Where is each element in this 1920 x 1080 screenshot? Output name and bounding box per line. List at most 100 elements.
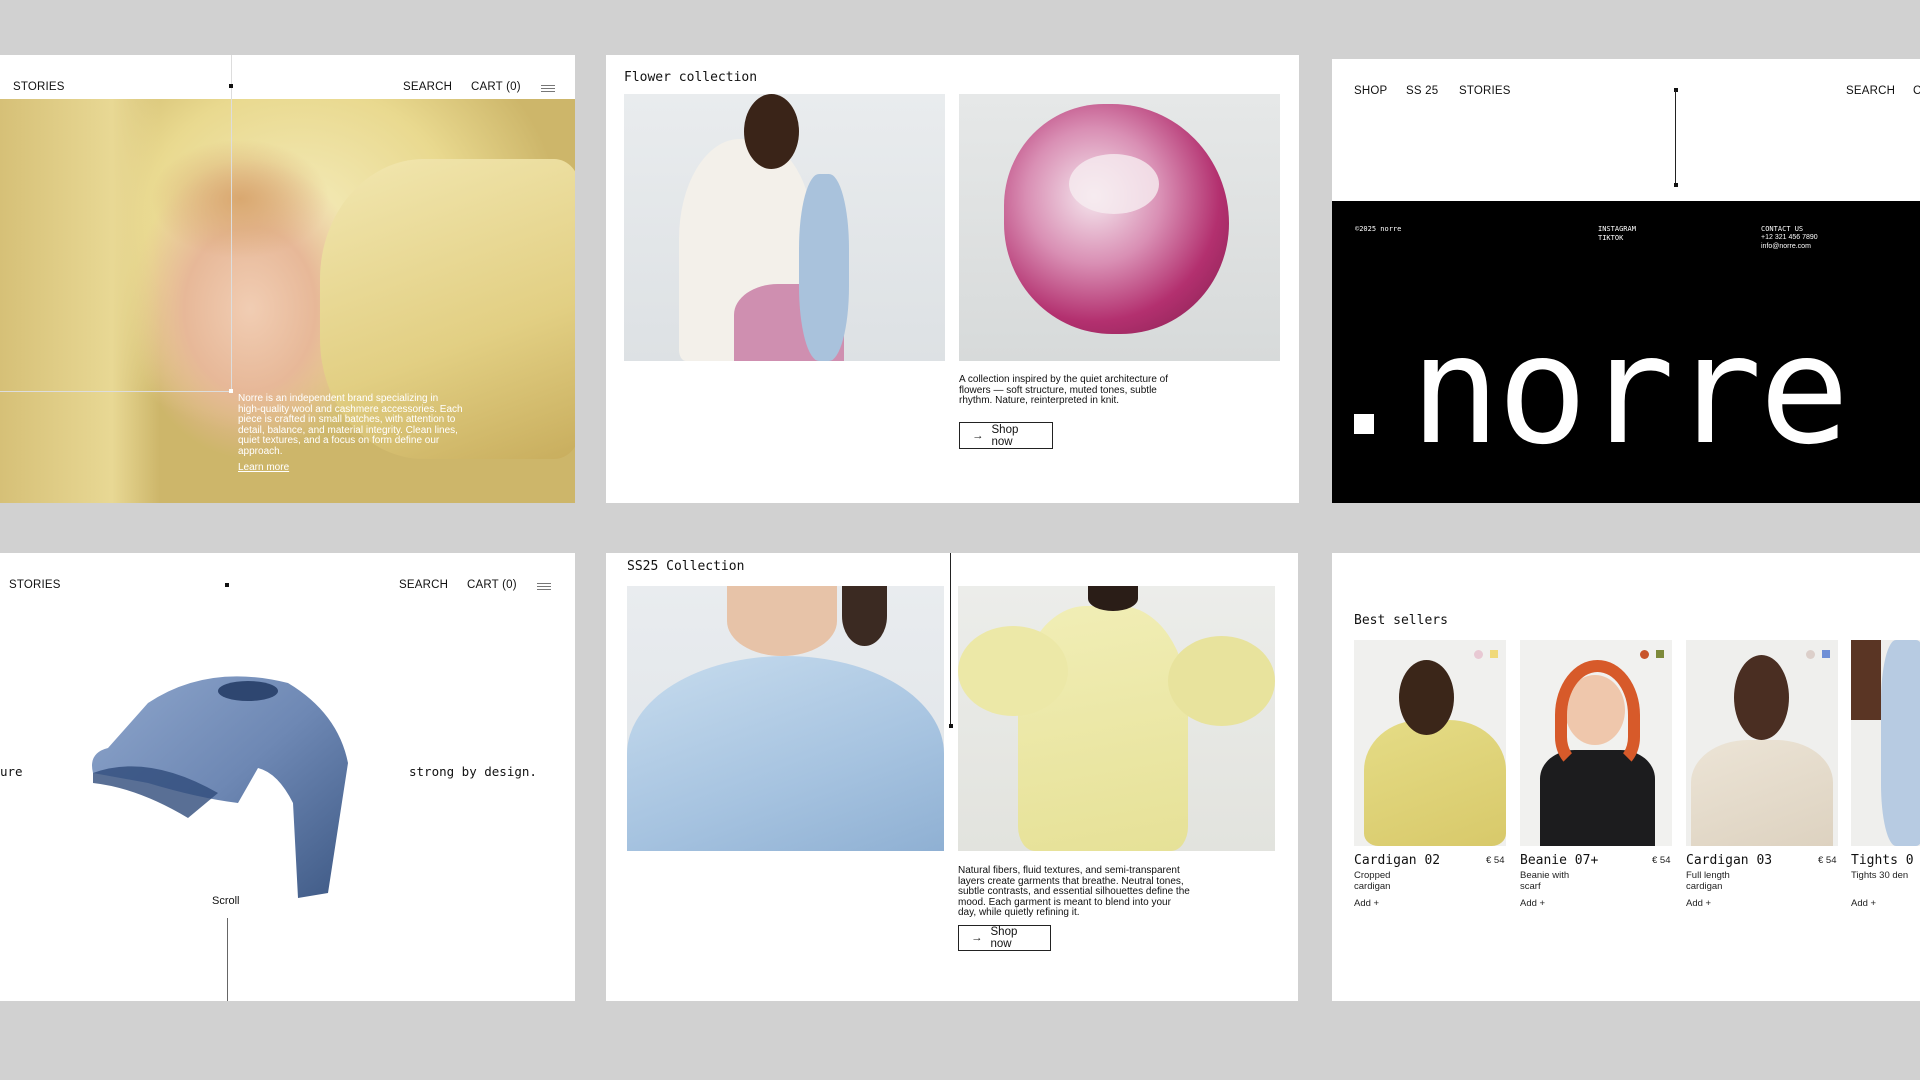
footer-email[interactable]: info@norre.com (1761, 243, 1811, 250)
tulip-flower (1004, 104, 1229, 334)
nav-search[interactable]: SEARCH (399, 579, 448, 591)
ss25-collection-title: SS25 Collection (627, 559, 745, 574)
tulip-photo[interactable] (959, 94, 1280, 361)
product-description: Beanie with scarf (1520, 870, 1570, 892)
scroll-label[interactable]: Scroll (212, 895, 240, 907)
footer-phone[interactable]: +12 321 456 7890 (1761, 234, 1818, 241)
nav-stories[interactable]: STORIES (1459, 85, 1511, 97)
product-price: € 54 (1652, 855, 1671, 866)
product-name: Cardigan 02 (1354, 853, 1441, 868)
nav-stories[interactable]: STORIES (13, 81, 65, 93)
product-card[interactable]: Cardigan 03 € 54 Full length cardigan Ad… (1686, 640, 1838, 930)
footer-copyright: ©2025 norre (1355, 225, 1402, 233)
ss25-shop-now-button[interactable]: → Shop now (958, 925, 1051, 951)
product-description: Tights 30 den (1851, 870, 1909, 881)
add-to-cart-button[interactable]: Add + (1686, 898, 1711, 910)
product-card[interactable]: Beanie 07+ € 54 Beanie with scarf Add + (1520, 640, 1672, 930)
guide-dot-corner (229, 389, 233, 393)
nav-shop[interactable]: SHOP (1354, 85, 1387, 97)
footer-logo-wordmark: norre (1410, 304, 1850, 478)
flower-collection-title: Flower collection (624, 70, 758, 85)
footer-instagram-link[interactable]: INSTAGRAM (1598, 225, 1636, 233)
product-image (1686, 640, 1838, 846)
product-image (1354, 640, 1506, 846)
scroll-indicator-line (227, 918, 228, 1001)
guide-dot-bottom (1674, 183, 1678, 187)
product-card[interactable]: Tights 0 Tights 30 den Add + (1851, 640, 1920, 930)
guide-line-vertical (1675, 90, 1676, 184)
logo-mark-square (1354, 414, 1374, 434)
model-hair (842, 586, 887, 646)
nav-search[interactable]: SEARCH (403, 81, 452, 93)
blue-sweater-photo[interactable] (627, 586, 944, 851)
product-name: Cardigan 03 (1686, 853, 1773, 868)
flower-description: A collection inspired by the quiet archi… (959, 374, 1169, 406)
model-leg-blue (799, 174, 849, 361)
footer-panel: SHOP SS 25 STORIES SEARCH C ©2025 norre … (1332, 59, 1920, 503)
add-to-cart-button[interactable]: Add + (1354, 898, 1379, 910)
color-swatch[interactable] (1474, 650, 1483, 659)
nav-ss25[interactable]: SS 25 (1406, 85, 1438, 97)
color-swatch[interactable] (1490, 650, 1498, 658)
blue-sweater-body (627, 656, 944, 851)
nav-cart[interactable]: CART (0) (467, 579, 517, 591)
add-to-cart-button[interactable]: Add + (1520, 898, 1545, 910)
color-swatch[interactable] (1640, 650, 1649, 659)
ss25-description: Natural fibers, fluid textures, and semi… (958, 865, 1190, 918)
center-dot (225, 583, 229, 587)
scarf-shape-left (0, 99, 160, 503)
footer-black-block: ©2025 norre INSTAGRAM TIKTOK CONTACT US … (1332, 201, 1920, 503)
product-description: Full length cardigan (1686, 870, 1730, 892)
best-sellers-panel: Best sellers Cardigan 02 € 54 Cropped ca… (1332, 553, 1920, 1001)
model-chin (727, 586, 837, 656)
best-sellers-title: Best sellers (1354, 613, 1448, 628)
hair-shape (150, 139, 330, 259)
nav-stories[interactable]: STORIES (9, 579, 61, 591)
guide-line-vertical (231, 55, 232, 392)
hero-panel: STORIES SEARCH CART (0) Norre is an inde… (0, 55, 575, 503)
ss25-shop-now-label: Shop now (990, 926, 1018, 950)
color-swatch[interactable] (1822, 650, 1830, 658)
product-description: Cropped cardigan (1354, 870, 1391, 892)
flower-collection-panel: Flower collection A collection inspired … (606, 55, 1299, 503)
model-photo[interactable] (624, 94, 945, 361)
learn-more-link[interactable]: Learn more (238, 462, 289, 473)
guide-line-horizontal (0, 391, 232, 392)
menu-icon[interactable] (537, 583, 551, 591)
yellow-sweater-arm-left (958, 626, 1068, 716)
nav-cart-partial[interactable]: C (1913, 85, 1920, 97)
footer-contact-label: CONTACT US (1761, 225, 1804, 233)
product-price: € 54 (1818, 855, 1837, 866)
product-card[interactable]: Cardigan 02 € 54 Cropped cardigan Add + (1354, 640, 1506, 930)
yellow-sweater-photo[interactable] (958, 586, 1275, 851)
product-price: € 54 (1486, 855, 1505, 866)
guide-dot-top (229, 84, 233, 88)
guide-dot (949, 724, 953, 728)
arrow-right-icon: → (971, 932, 983, 944)
model-head (744, 94, 799, 169)
nav-cart[interactable]: CART (0) (471, 81, 521, 93)
sweater-image (92, 676, 348, 898)
hero-paragraph: Norre is an independent brand specializi… (238, 393, 463, 457)
tulip-petal-light (1069, 154, 1159, 214)
scroll-right-text: strong by design. (409, 764, 537, 779)
flower-shop-now-button[interactable]: → Shop now (959, 422, 1053, 449)
footer-tiktok-link[interactable]: TIKTOK (1598, 234, 1623, 242)
product-image (1851, 640, 1920, 846)
scroll-panel: STORIES SEARCH CART (0) ure strong by de… (0, 553, 575, 1001)
product-image (1520, 640, 1672, 846)
nav-search[interactable]: SEARCH (1846, 85, 1895, 97)
color-swatch[interactable] (1656, 650, 1664, 658)
product-name: Tights 0 (1851, 853, 1914, 868)
model-head-dark (1088, 586, 1138, 611)
ss25-collection-panel: SS25 Collection Natural fibers, fluid te… (606, 553, 1298, 1001)
add-to-cart-button[interactable]: Add + (1851, 898, 1876, 910)
flower-shop-now-label: Shop now (991, 423, 1019, 448)
yellow-sweater-arm-right (1168, 636, 1275, 726)
menu-icon[interactable] (541, 85, 555, 93)
guide-line-vertical (950, 553, 951, 726)
arrow-right-icon: → (972, 429, 984, 442)
product-name: Beanie 07+ (1520, 853, 1599, 868)
color-swatch[interactable] (1806, 650, 1815, 659)
scroll-left-text: ure (0, 764, 23, 779)
